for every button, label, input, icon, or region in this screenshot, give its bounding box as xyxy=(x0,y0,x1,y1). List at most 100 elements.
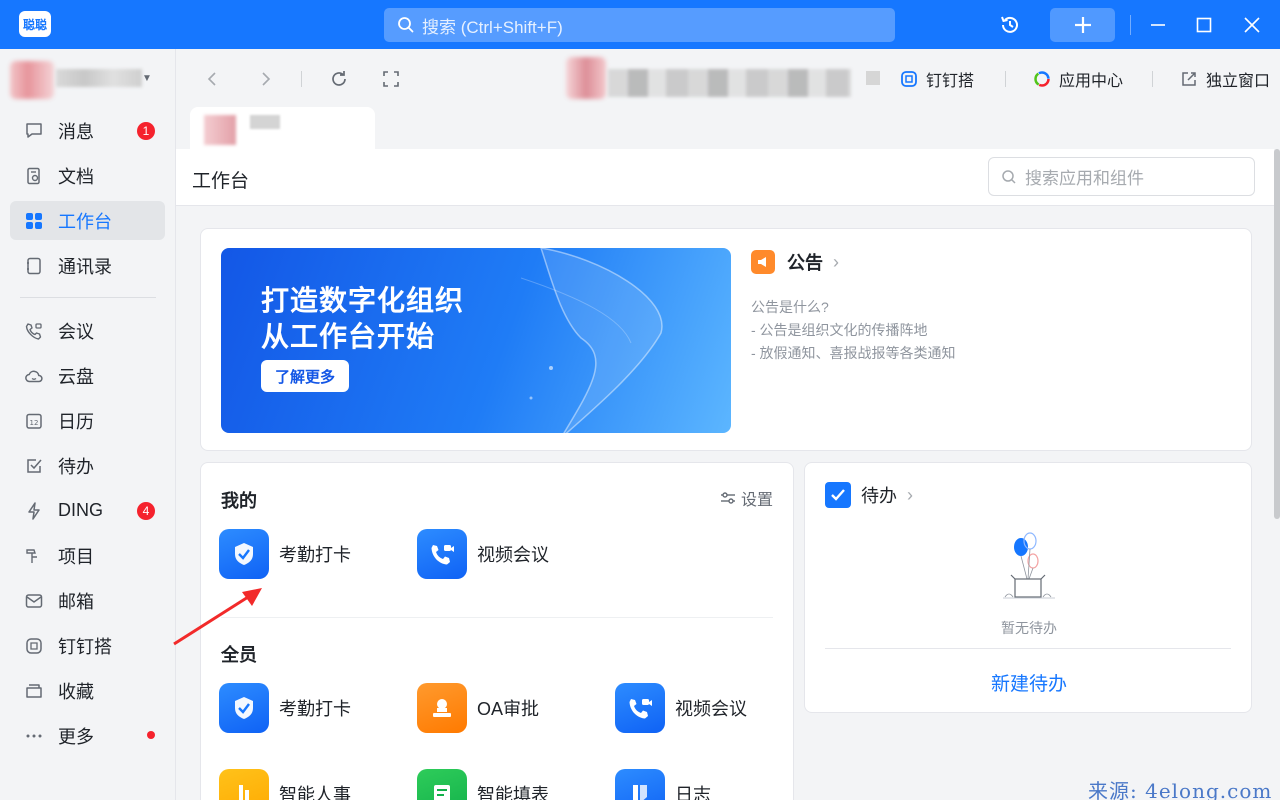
oa-approval-icon xyxy=(417,683,467,733)
settings-label: 设置 xyxy=(741,492,774,509)
dingda-link-label: 钉钉搭 xyxy=(926,73,975,90)
maximize-button[interactable] xyxy=(1188,8,1220,42)
app-log[interactable]: 日志 xyxy=(615,769,711,800)
sidebar-item-cloud[interactable]: 云盘 xyxy=(10,356,165,395)
dingda-link[interactable]: 钉钉搭 xyxy=(900,67,974,91)
refresh-button[interactable] xyxy=(326,66,352,92)
sidebar-item-label: 云盘 xyxy=(58,366,94,387)
redacted-mark xyxy=(866,71,880,85)
checkbox-icon xyxy=(825,482,851,508)
tab-workbench[interactable] xyxy=(190,107,375,149)
banner-line-1: 打造数字化组织 xyxy=(261,285,465,316)
sidebar-item-project[interactable]: 项目 xyxy=(10,536,165,575)
create-button[interactable] xyxy=(1050,8,1115,42)
sidebar-item-contacts[interactable]: 通讯录 xyxy=(10,246,165,285)
external-window-icon xyxy=(1182,72,1196,86)
tab-icon-redacted xyxy=(204,115,236,145)
close-icon xyxy=(1244,17,1260,33)
detach-window-link[interactable]: 独立窗口 xyxy=(1180,67,1270,91)
forward-button[interactable] xyxy=(252,66,278,92)
video-meeting-icon xyxy=(615,683,665,733)
app-search-placeholder: 搜索应用和组件 xyxy=(1025,169,1144,188)
sidebar-item-label: 文档 xyxy=(58,166,94,187)
sidebar-item-dingda[interactable]: 钉钉搭 xyxy=(10,626,165,665)
sidebar-item-favorites[interactable]: 收藏 xyxy=(10,671,165,710)
app-label: 智能人事 xyxy=(279,785,351,800)
sidebar-item-label: 会议 xyxy=(58,321,94,342)
calendar-icon: 12 xyxy=(26,413,42,429)
sidebar-item-calendar[interactable]: 12 日历 xyxy=(10,401,165,440)
app-oa-approval[interactable]: OA审批 xyxy=(417,683,539,733)
sidebar-item-mail[interactable]: 邮箱 xyxy=(10,581,165,620)
sidebar-item-more[interactable]: 更多 xyxy=(10,716,165,755)
app-attendance[interactable]: 考勤打卡 xyxy=(219,529,351,579)
sidebar-item-label: 待办 xyxy=(58,456,94,477)
sidebar-item-ding[interactable]: DING 4 xyxy=(10,491,165,530)
app-attendance-all[interactable]: 考勤打卡 xyxy=(219,683,351,733)
cloud-icon xyxy=(25,370,43,382)
app-search-input[interactable]: 搜索应用和组件 xyxy=(988,157,1255,196)
sidebar: ▼ 消息 1 文档 工作台 通讯录 会议 云盘 12 日历 待办 DING 4 xyxy=(0,49,176,800)
sidebar-item-meeting[interactable]: 会议 xyxy=(10,311,165,350)
app-logo[interactable]: 聪聪 xyxy=(19,11,51,37)
settings-sliders-icon xyxy=(721,492,735,504)
history-icon xyxy=(1001,16,1018,33)
sidebar-item-todo[interactable]: 待办 xyxy=(10,446,165,485)
log-icon xyxy=(615,769,665,800)
todo-header[interactable]: 待办 › xyxy=(825,482,913,508)
notice-header[interactable]: 公告 › xyxy=(751,249,839,275)
back-button[interactable] xyxy=(200,66,226,92)
scrollbar[interactable] xyxy=(1274,149,1280,519)
sidebar-item-label: 钉钉搭 xyxy=(58,636,112,657)
settings-button[interactable]: 设置 xyxy=(719,486,773,510)
search-icon xyxy=(398,17,414,33)
app-center-link[interactable]: 应用中心 xyxy=(1033,67,1123,91)
search-icon xyxy=(1002,169,1016,184)
document-icon xyxy=(27,167,40,184)
app-label: 考勤打卡 xyxy=(279,545,351,565)
plus-icon xyxy=(1074,17,1091,33)
sidebar-item-docs[interactable]: 文档 xyxy=(10,156,165,195)
app-label: 视频会议 xyxy=(675,699,747,719)
smart-form-icon xyxy=(417,769,467,800)
empty-state-text: 暂无待办 xyxy=(1001,620,1057,636)
titlebar-divider xyxy=(1130,15,1131,35)
notice-line: - 放假通知、喜报战报等各类通知 xyxy=(751,345,956,361)
org-name-redacted xyxy=(56,69,142,87)
global-search[interactable]: 搜索 (Ctrl+Shift+F) xyxy=(384,8,895,42)
workbench-icon xyxy=(26,212,42,229)
learn-more-button[interactable]: 了解更多 xyxy=(261,360,349,392)
attendance-icon xyxy=(219,529,269,579)
app-smart-form[interactable]: 智能填表 xyxy=(417,769,549,800)
minimize-button[interactable] xyxy=(1142,8,1174,42)
toolbar-divider xyxy=(301,71,302,87)
dingda-icon xyxy=(26,637,42,654)
app-label: 智能填表 xyxy=(477,785,549,800)
history-button[interactable] xyxy=(990,8,1030,42)
app-video-meeting[interactable]: 视频会议 xyxy=(417,529,549,579)
close-button[interactable] xyxy=(1236,8,1268,42)
smart-hr-icon xyxy=(219,769,269,800)
tab-title-redacted xyxy=(250,115,280,129)
new-todo-button[interactable]: 新建待办 xyxy=(805,669,1253,696)
sidebar-item-messages[interactable]: 消息 1 xyxy=(10,111,165,150)
todo-divider xyxy=(825,648,1231,649)
fullscreen-button[interactable] xyxy=(378,66,404,92)
promo-banner[interactable]: 打造数字化组织 从工作台开始 了解更多 xyxy=(221,248,731,433)
meeting-icon xyxy=(25,322,42,340)
app-video-meeting-all[interactable]: 视频会议 xyxy=(615,683,747,733)
notice-title: 公告 xyxy=(787,253,823,273)
empty-balloons-icon xyxy=(1003,532,1055,599)
notice-line: 公告是什么? xyxy=(751,299,829,315)
caret-down-icon: ▼ xyxy=(142,73,152,84)
watermark: 来源: 4elong.com xyxy=(1088,779,1273,800)
sidebar-item-workbench[interactable]: 工作台 xyxy=(10,201,165,240)
message-icon xyxy=(26,122,42,138)
page-title: 工作台 xyxy=(192,171,250,192)
sidebar-item-label: 日历 xyxy=(58,411,94,432)
app-smart-hr[interactable]: 智能人事 xyxy=(219,769,351,800)
user-avatar-redacted xyxy=(566,57,606,99)
user-profile-switcher[interactable]: ▼ xyxy=(10,61,160,99)
mine-section-title: 我的 xyxy=(221,491,257,511)
chevron-left-icon xyxy=(207,72,216,86)
